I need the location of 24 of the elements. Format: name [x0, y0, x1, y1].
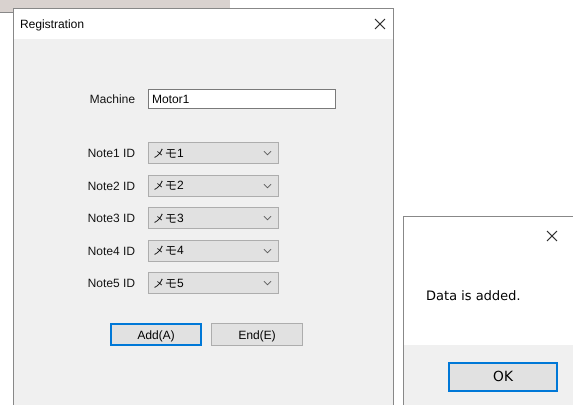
note-dropdown[interactable]: メモ3 — [148, 207, 279, 229]
chevron-down-icon — [263, 280, 272, 286]
close-icon[interactable] — [374, 18, 386, 30]
chevron-down-icon — [263, 215, 272, 221]
dialog-button[interactable]: Add(A) — [110, 323, 202, 346]
machine-input-field[interactable]: Motor1 — [148, 89, 336, 109]
field-label: Machine — [88, 92, 135, 106]
field-label: Note5 ID — [86, 276, 135, 290]
note-dropdown[interactable]: メモ2 — [148, 174, 279, 196]
field-label: Note4 ID — [86, 244, 135, 258]
dialog-button[interactable]: OK — [448, 362, 558, 392]
note-dropdown[interactable]: メモ5 — [148, 272, 279, 294]
dialog-button[interactable]: End(E) — [211, 323, 303, 346]
chevron-down-icon — [263, 248, 272, 254]
field-label: Note1 ID — [86, 146, 135, 160]
chevron-down-icon — [263, 150, 272, 156]
field-label: Note2 ID — [86, 178, 135, 192]
note-dropdown[interactable]: メモ1 — [148, 142, 279, 164]
chevron-down-icon — [263, 182, 272, 188]
note-dropdown[interactable]: メモ4 — [148, 240, 279, 262]
window-title: Registration — [20, 17, 84, 31]
message-text: Data is added. — [426, 289, 521, 304]
close-icon[interactable] — [546, 230, 558, 242]
field-label: Note3 ID — [86, 211, 135, 225]
